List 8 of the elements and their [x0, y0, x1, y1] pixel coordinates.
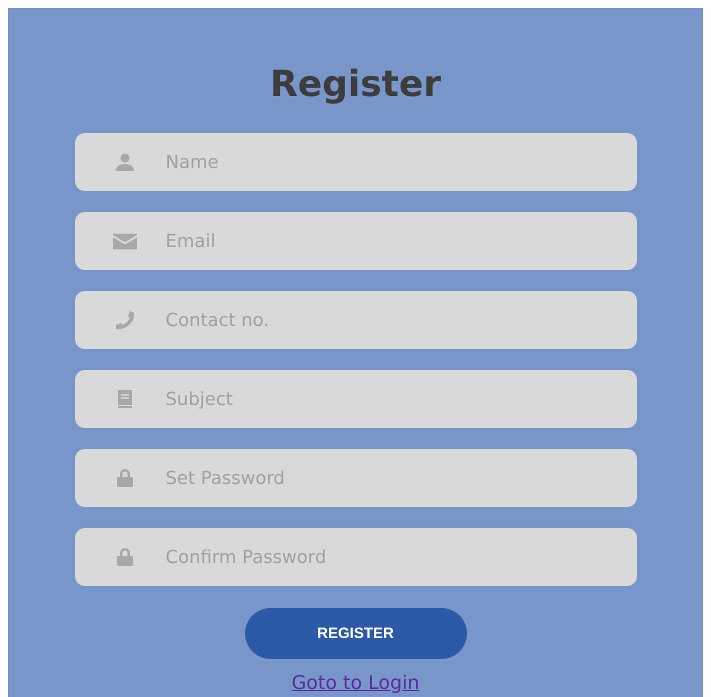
input-field[interactable]: Subject — [74, 370, 636, 428]
input-field[interactable]: Contact no. — [74, 291, 636, 349]
form-title: Register — [270, 63, 442, 107]
input-field[interactable]: Set Password — [74, 449, 636, 507]
input-field[interactable]: Name — [74, 133, 636, 191]
input-field[interactable]: Confirm Password — [74, 528, 636, 586]
input-field[interactable]: Email — [74, 212, 636, 270]
register-button[interactable]: REGISTER — [244, 608, 466, 659]
